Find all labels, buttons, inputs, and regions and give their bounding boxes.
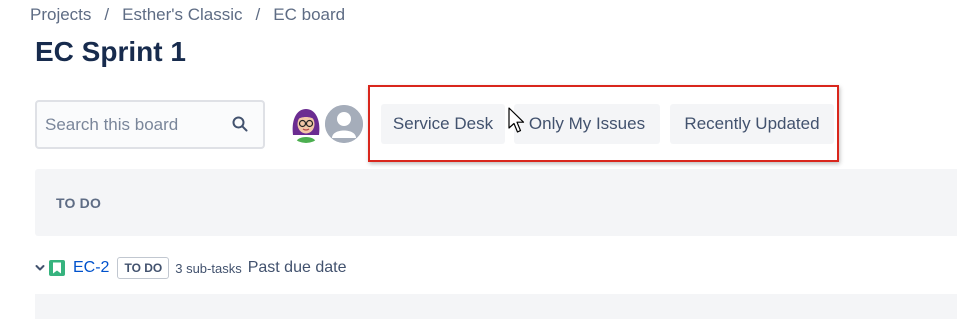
page-title: EC Sprint 1 [35, 36, 186, 67]
breadcrumb-board[interactable]: EC board [273, 5, 345, 25]
avatar[interactable] [285, 103, 327, 145]
swimlane-header[interactable]: EC-2 TO DO 3 sub-tasks Past due date [34, 256, 346, 280]
due-date-status: Past due date [247, 259, 347, 276]
quick-filter-service-desk[interactable]: Service Desk [381, 104, 505, 144]
board-page: Projects / Esther's Classic / EC board E… [0, 0, 957, 319]
column-header-label: TO DO [56, 194, 102, 211]
story-icon [49, 260, 65, 276]
breadcrumb-separator: / [104, 5, 110, 24]
user-avatar-illustrated-icon [287, 105, 325, 143]
status-badge: TO DO [117, 257, 170, 279]
search-input[interactable] [45, 114, 225, 135]
subtask-count: 3 sub-tasks [175, 260, 242, 276]
issue-key-link[interactable]: EC-2 [73, 259, 109, 277]
mouse-cursor-icon [508, 107, 525, 133]
avatar[interactable] [323, 103, 365, 145]
default-user-avatar-icon [325, 105, 363, 143]
swimlane-body [35, 294, 957, 319]
breadcrumb-separator: / [255, 5, 261, 24]
search-box[interactable] [35, 100, 265, 149]
search-icon[interactable] [231, 115, 249, 133]
quick-filter-recently-updated[interactable]: Recently Updated [670, 104, 834, 144]
breadcrumb-projects[interactable]: Projects [30, 5, 91, 25]
avatar-group [285, 103, 365, 145]
breadcrumb-project[interactable]: Esther's Classic [122, 5, 242, 25]
column-header-todo: TO DO [35, 169, 957, 236]
quick-filter-only-my-issues[interactable]: Only My Issues [514, 104, 660, 144]
breadcrumb: Projects / Esther's Classic / EC board [30, 4, 345, 26]
chevron-down-icon[interactable] [34, 262, 46, 274]
